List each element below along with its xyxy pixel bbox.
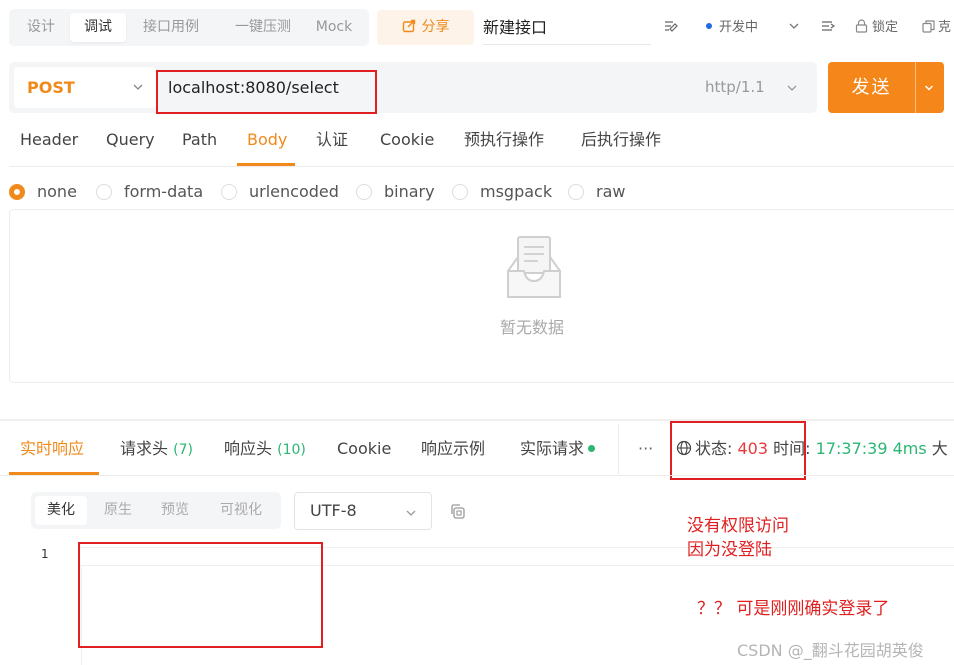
radio-circle-icon <box>452 184 468 200</box>
tab-response-headers[interactable]: 响应头 (10) <box>224 437 306 462</box>
send-button[interactable]: 发送 <box>828 62 915 113</box>
tab-actual-request-label: 实际请求 <box>520 439 585 458</box>
view-pretty[interactable]: 美化 <box>35 496 87 525</box>
mode-mock[interactable]: Mock <box>312 13 356 42</box>
radio-urlencoded-label: urlencoded <box>249 182 339 201</box>
radio-circle-icon <box>356 184 372 200</box>
copy-icon[interactable] <box>449 503 466 520</box>
tab-request-headers-label: 请求头 <box>120 439 169 458</box>
tab-cookie[interactable]: Cookie <box>380 124 434 164</box>
clone-label: 克 <box>938 20 952 35</box>
outline-icon[interactable] <box>820 14 836 42</box>
radio-none-label: none <box>37 182 77 201</box>
api-name-input[interactable]: 新建接口 <box>483 10 651 45</box>
tabs-vertical-divider <box>618 424 619 474</box>
tab-auth[interactable]: 认证 <box>316 124 348 164</box>
lock-label: 锁定 <box>872 20 899 35</box>
status-highlight-box <box>670 421 806 480</box>
tab-body[interactable]: Body <box>247 124 287 164</box>
send-divider <box>915 62 916 113</box>
radio-raw-label: raw <box>596 182 626 201</box>
tab-response-headers-label: 响应头 <box>224 439 273 458</box>
annotation-not-logged-in: 因为没登陆 <box>687 540 772 560</box>
api-status-label: 开发中 <box>719 20 759 35</box>
radio-circle-icon <box>96 184 112 200</box>
radio-form-data-label: form-data <box>124 182 204 201</box>
tab-actual-request[interactable]: 实际请求 <box>520 437 596 461</box>
mode-debug[interactable]: 调试 <box>70 13 126 42</box>
method-label: POST <box>27 78 75 97</box>
tab-request-headers[interactable]: 请求头 (7) <box>120 437 193 462</box>
radio-circle-icon <box>568 184 584 200</box>
send-button-group: 发送 <box>828 62 944 113</box>
tab-response-cookie[interactable]: Cookie <box>337 437 391 461</box>
clone-button[interactable]: 克 <box>922 14 951 42</box>
send-options-chevron-down-icon[interactable] <box>924 83 934 93</box>
edit-note-icon[interactable] <box>663 14 679 42</box>
radio-form-data[interactable]: form-data <box>96 181 203 203</box>
more-menu-button[interactable]: ··· <box>638 437 653 461</box>
mode-test-cases[interactable]: 接口用例 <box>134 13 208 42</box>
tab-query[interactable]: Query <box>106 124 155 164</box>
share-button[interactable]: 分享 <box>377 10 474 45</box>
mode-switcher: 设计 调试 接口用例 一键压测 Mock <box>9 9 369 46</box>
body-editor-empty <box>9 209 954 383</box>
share-label: 分享 <box>421 19 450 35</box>
tab-realtime-response[interactable]: 实时响应 <box>20 437 84 461</box>
response-headers-count: (10) <box>277 442 306 458</box>
time-value: 17:37:39 <box>815 439 888 458</box>
protocol-chevron-down-icon <box>787 85 797 91</box>
radio-binary[interactable]: binary <box>356 181 435 203</box>
encoding-chevron-down-icon <box>406 510 416 516</box>
url-highlight-box <box>156 70 377 114</box>
view-preview[interactable]: 预览 <box>149 496 201 525</box>
view-visualize[interactable]: 可视化 <box>209 496 273 525</box>
view-raw[interactable]: 原生 <box>92 496 144 525</box>
request-headers-count: (7) <box>173 442 193 458</box>
api-status-select[interactable]: 开发中 <box>706 14 758 42</box>
radio-selected-icon <box>9 184 25 200</box>
method-chevron-down-icon <box>133 84 143 90</box>
status-chevron-down-icon[interactable] <box>788 14 800 42</box>
size-label: 大 <box>931 439 948 458</box>
actual-request-dot-icon <box>588 445 596 452</box>
mode-load-test[interactable]: 一键压测 <box>219 13 307 42</box>
method-select[interactable]: POST <box>14 67 156 108</box>
clone-icon <box>922 20 935 33</box>
duration-value: 4ms <box>892 439 927 458</box>
empty-inbox-icon <box>507 236 561 298</box>
radio-none[interactable]: none <box>9 181 77 203</box>
status-dot-icon <box>706 23 712 29</box>
tabs-divider <box>9 166 954 167</box>
view-mode-switcher: 美化 原生 预览 可视化 <box>31 492 281 529</box>
radio-urlencoded[interactable]: urlencoded <box>221 181 339 203</box>
line-number: 1 <box>41 547 49 561</box>
annotation-but-logged-in: ？？ 可是刚刚确实登录了 <box>697 599 890 619</box>
lock-button[interactable]: 锁定 <box>855 14 898 42</box>
radio-binary-label: binary <box>384 182 435 201</box>
tab-response-example[interactable]: 响应示例 <box>421 437 485 461</box>
tab-path[interactable]: Path <box>182 124 217 164</box>
encoding-label: UTF-8 <box>310 501 357 520</box>
protocol-select[interactable]: http/1.1 <box>705 62 765 113</box>
tab-header[interactable]: Header <box>20 124 78 164</box>
encoding-select[interactable]: UTF-8 <box>294 492 432 530</box>
url-bar: POST <box>9 62 817 113</box>
annotation-no-permission: 没有权限访问 <box>687 516 789 536</box>
radio-raw[interactable]: raw <box>568 181 625 203</box>
watermark-text: CSDN @_翻斗花园胡英俊 <box>737 641 924 660</box>
radio-circle-icon <box>221 184 237 200</box>
lock-icon <box>855 19 868 33</box>
tab-pre-script[interactable]: 预执行操作 <box>464 124 544 164</box>
response-body-highlight-box <box>78 542 323 648</box>
tab-post-script[interactable]: 后执行操作 <box>581 124 661 164</box>
response-tabs-divider <box>0 475 954 476</box>
panel-splitter[interactable] <box>0 419 954 421</box>
mode-design[interactable]: 设计 <box>17 13 65 42</box>
empty-state-text: 暂无数据 <box>500 318 565 337</box>
share-icon <box>402 19 415 33</box>
radio-msgpack-label: msgpack <box>480 182 553 201</box>
radio-msgpack[interactable]: msgpack <box>452 181 552 203</box>
